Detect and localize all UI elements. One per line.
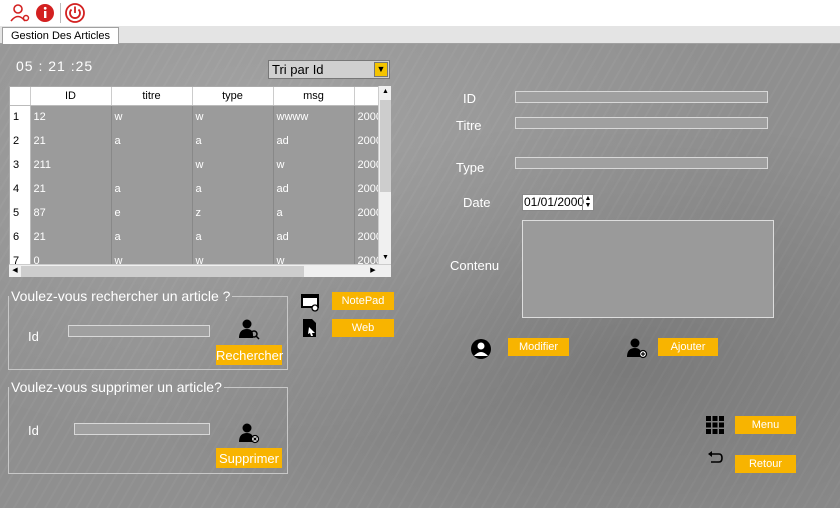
form-titre-input[interactable] (515, 117, 768, 129)
power-icon[interactable] (65, 3, 85, 23)
row-number: 6 (10, 225, 31, 249)
delete-legend: Voulez-vous supprimer un article? (11, 379, 222, 395)
column-header (10, 87, 31, 106)
search-id-input[interactable] (68, 325, 210, 337)
row-number: 2 (10, 129, 31, 153)
form-id-input[interactable] (515, 91, 768, 103)
cell-id[interactable]: 211 (30, 153, 112, 177)
cell-type[interactable]: z (192, 201, 274, 225)
date-picker[interactable]: 01/01/2000 ▲ ▼ (522, 194, 594, 211)
table-row[interactable]: 3 211 w w 2000 (10, 153, 384, 177)
notepad-icon (301, 294, 319, 312)
chevron-down-icon[interactable]: ▼ (374, 62, 388, 77)
column-header-msg[interactable]: msg (273, 87, 355, 106)
search-legend: Voulez-vous rechercher un article ? (11, 288, 231, 304)
ajouter-button[interactable]: Ajouter (658, 338, 718, 356)
cell-msg[interactable]: ad (273, 225, 355, 249)
scroll-up-icon[interactable]: ▲ (379, 86, 392, 98)
search-user-icon (239, 319, 260, 340)
cell-titre[interactable] (111, 153, 193, 177)
add-user-icon (627, 338, 648, 359)
form-date-label: Date (463, 195, 491, 210)
cell-type[interactable]: a (192, 129, 274, 153)
table-row[interactable]: 2 21 a a ad 2000 (10, 129, 384, 153)
cell-titre[interactable]: w (111, 105, 193, 129)
table-row[interactable]: 4 21 a a ad 2000 (10, 177, 384, 201)
table-header: ID titre type msg (10, 87, 385, 106)
form-titre-label: Titre (456, 118, 482, 133)
scrollbar-thumb[interactable] (380, 100, 391, 192)
cell-titre[interactable]: e (111, 201, 193, 225)
search-id-label: Id (28, 329, 39, 344)
delete-id-input[interactable] (74, 423, 210, 435)
column-header-type[interactable]: type (192, 87, 274, 106)
scroll-down-icon[interactable]: ▼ (379, 252, 392, 264)
form-id-label: ID (463, 91, 476, 106)
supprimer-button[interactable]: Supprimer (216, 448, 282, 468)
modify-user-icon (471, 339, 491, 359)
sort-select[interactable]: Tri par Id ▼ (268, 60, 390, 79)
form-type-input[interactable] (515, 157, 768, 169)
cell-titre[interactable]: a (111, 177, 193, 201)
cell-msg[interactable]: wwww (273, 105, 355, 129)
cell-type[interactable]: w (192, 105, 274, 129)
scrollbar-thumb[interactable] (21, 266, 304, 277)
clock: 05 : 21 :25 (16, 58, 94, 74)
scroll-left-icon[interactable]: ◀ (9, 265, 21, 277)
cell-titre[interactable]: a (111, 129, 193, 153)
cell-type[interactable]: a (192, 177, 274, 201)
info-icon[interactable] (35, 3, 55, 23)
cell-id[interactable]: 21 (30, 225, 112, 249)
menu-button[interactable]: Menu (735, 416, 796, 434)
delete-id-label: Id (28, 423, 39, 438)
cell-type[interactable]: a (192, 225, 274, 249)
sort-select-value: Tri par Id (272, 62, 324, 77)
cell-id[interactable]: 87 (30, 201, 112, 225)
cell-type[interactable]: w (192, 153, 274, 177)
back-arrow-icon (708, 451, 723, 463)
spinner-icon[interactable]: ▲ ▼ (582, 195, 593, 210)
cell-id[interactable]: 21 (30, 129, 112, 153)
cell-titre[interactable]: a (111, 225, 193, 249)
row-number: 4 (10, 177, 31, 201)
web-document-icon (303, 319, 316, 337)
table-vertical-scrollbar[interactable]: ▲ ▼ (378, 86, 391, 264)
table-horizontal-scrollbar[interactable]: ◀ ▶ (9, 264, 391, 277)
column-header-titre[interactable]: titre (111, 87, 193, 106)
row-number: 5 (10, 201, 31, 225)
row-number: 3 (10, 153, 31, 177)
date-value: 01/01/2000 (524, 195, 585, 209)
cell-msg[interactable]: ad (273, 177, 355, 201)
scroll-right-icon[interactable]: ▶ (367, 265, 379, 277)
grid-menu-icon (706, 416, 724, 434)
contenu-textarea[interactable] (522, 220, 774, 318)
table-row[interactable]: 6 21 a a ad 2000 (10, 225, 384, 249)
table-row[interactable]: 5 87 e z a 2000 (10, 201, 384, 225)
toolbar-separator (60, 3, 61, 23)
cell-msg[interactable]: ad (273, 129, 355, 153)
form-contenu-label: Contenu (450, 258, 500, 273)
tab-gestion-des-articles[interactable]: Gestion Des Articles (2, 27, 120, 45)
cell-msg[interactable]: a (273, 201, 355, 225)
table-row[interactable]: 1 12 w w wwww 2000 (10, 105, 384, 129)
modifier-button[interactable]: Modifier (508, 338, 569, 356)
cell-id[interactable]: 12 (30, 105, 112, 129)
form-type-label: Type (456, 160, 485, 175)
row-number: 1 (10, 105, 31, 129)
column-header-id[interactable]: ID (30, 87, 112, 106)
user-settings-icon[interactable] (10, 3, 30, 23)
delete-user-icon (239, 423, 260, 444)
top-toolbar (0, 0, 840, 26)
articles-table[interactable]: ID titre type msg 1 12 w w wwww 2000 2 2… (9, 86, 391, 276)
rechercher-button[interactable]: Rechercher (216, 345, 283, 365)
retour-button[interactable]: Retour (735, 455, 796, 473)
notepad-button[interactable]: NotePad (332, 292, 394, 310)
cell-id[interactable]: 21 (30, 177, 112, 201)
web-button[interactable]: Web (332, 319, 394, 337)
cell-msg[interactable]: w (273, 153, 355, 177)
tab-strip: Gestion Des Articles (0, 26, 840, 45)
